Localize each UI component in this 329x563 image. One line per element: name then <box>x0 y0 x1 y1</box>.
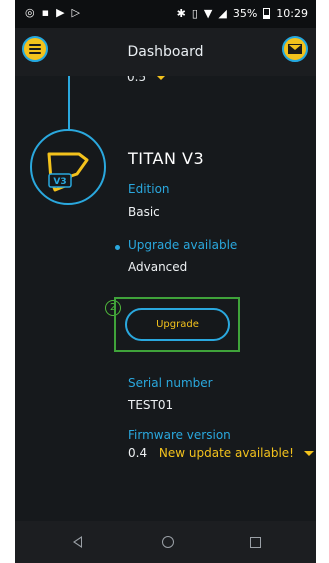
edition-label: Edition <box>128 182 170 196</box>
home-icon[interactable] <box>162 536 174 548</box>
notification-icon: ◎ <box>25 6 35 19</box>
timeline-connector <box>68 76 70 130</box>
navigation-bar <box>15 521 316 563</box>
chevron-down-icon <box>303 451 314 456</box>
firmware-update-text: New update available! <box>158 446 294 460</box>
upgrade-indicator-dot <box>115 245 120 250</box>
previous-version-row[interactable]: 0.5 <box>127 76 166 84</box>
recents-icon[interactable] <box>250 537 261 548</box>
previous-version-value: 0.5 <box>127 76 147 84</box>
status-left-icons: ◎ ▪ ▶ ▷ <box>25 7 80 19</box>
battery-percent: 35% <box>232 7 258 20</box>
bluetooth-icon: ✱ <box>176 6 186 20</box>
back-icon[interactable] <box>73 536 82 548</box>
firmware-version-value: 0.4 <box>128 446 148 460</box>
image-icon: ▪ <box>41 6 50 19</box>
device-content: 0.5 V3 TITAN V3 Edition Basic Upgrade av… <box>15 76 316 521</box>
firmware-version-label: Firmware version <box>128 428 231 442</box>
mail-icon <box>288 44 302 54</box>
phone-screen: ◎ ▪ ▶ ▷ ✱ ▯ ▼ ◢ 35% 10:29 Dashboard 0.5 <box>15 0 316 563</box>
device-badge: V3 <box>53 177 66 187</box>
wifi-icon: ▼ <box>203 6 213 20</box>
serial-number-label: Serial number <box>128 376 213 390</box>
page-title: Dashboard <box>127 44 204 60</box>
serial-number-value: TEST01 <box>128 398 174 412</box>
firmware-update-row[interactable]: 0.4 New update available! <box>128 446 314 460</box>
play-store-icon: ▶ <box>56 6 65 19</box>
play-icon: ▷ <box>71 6 81 19</box>
status-bar: ◎ ▪ ▶ ▷ ✱ ▯ ▼ ◢ 35% 10:29 <box>15 0 316 28</box>
upgrade-edition-value: Advanced <box>128 260 188 274</box>
device-name: TITAN V3 <box>128 149 205 168</box>
signal-icon: ◢ <box>218 6 227 20</box>
vibrate-icon: ▯ <box>191 6 198 20</box>
upgrade-button[interactable]: Upgrade <box>125 308 230 341</box>
battery-icon <box>263 8 271 19</box>
edition-value: Basic <box>128 205 160 219</box>
app-bar: Dashboard <box>15 28 316 76</box>
clock: 10:29 <box>276 7 308 20</box>
chevron-down-icon <box>155 76 166 80</box>
device-icon: V3 <box>30 129 106 205</box>
mail-button[interactable] <box>282 36 308 62</box>
upgrade-available-label: Upgrade available <box>128 238 238 252</box>
status-right-icons: ✱ ▯ ▼ ◢ 35% 10:29 <box>177 7 308 20</box>
